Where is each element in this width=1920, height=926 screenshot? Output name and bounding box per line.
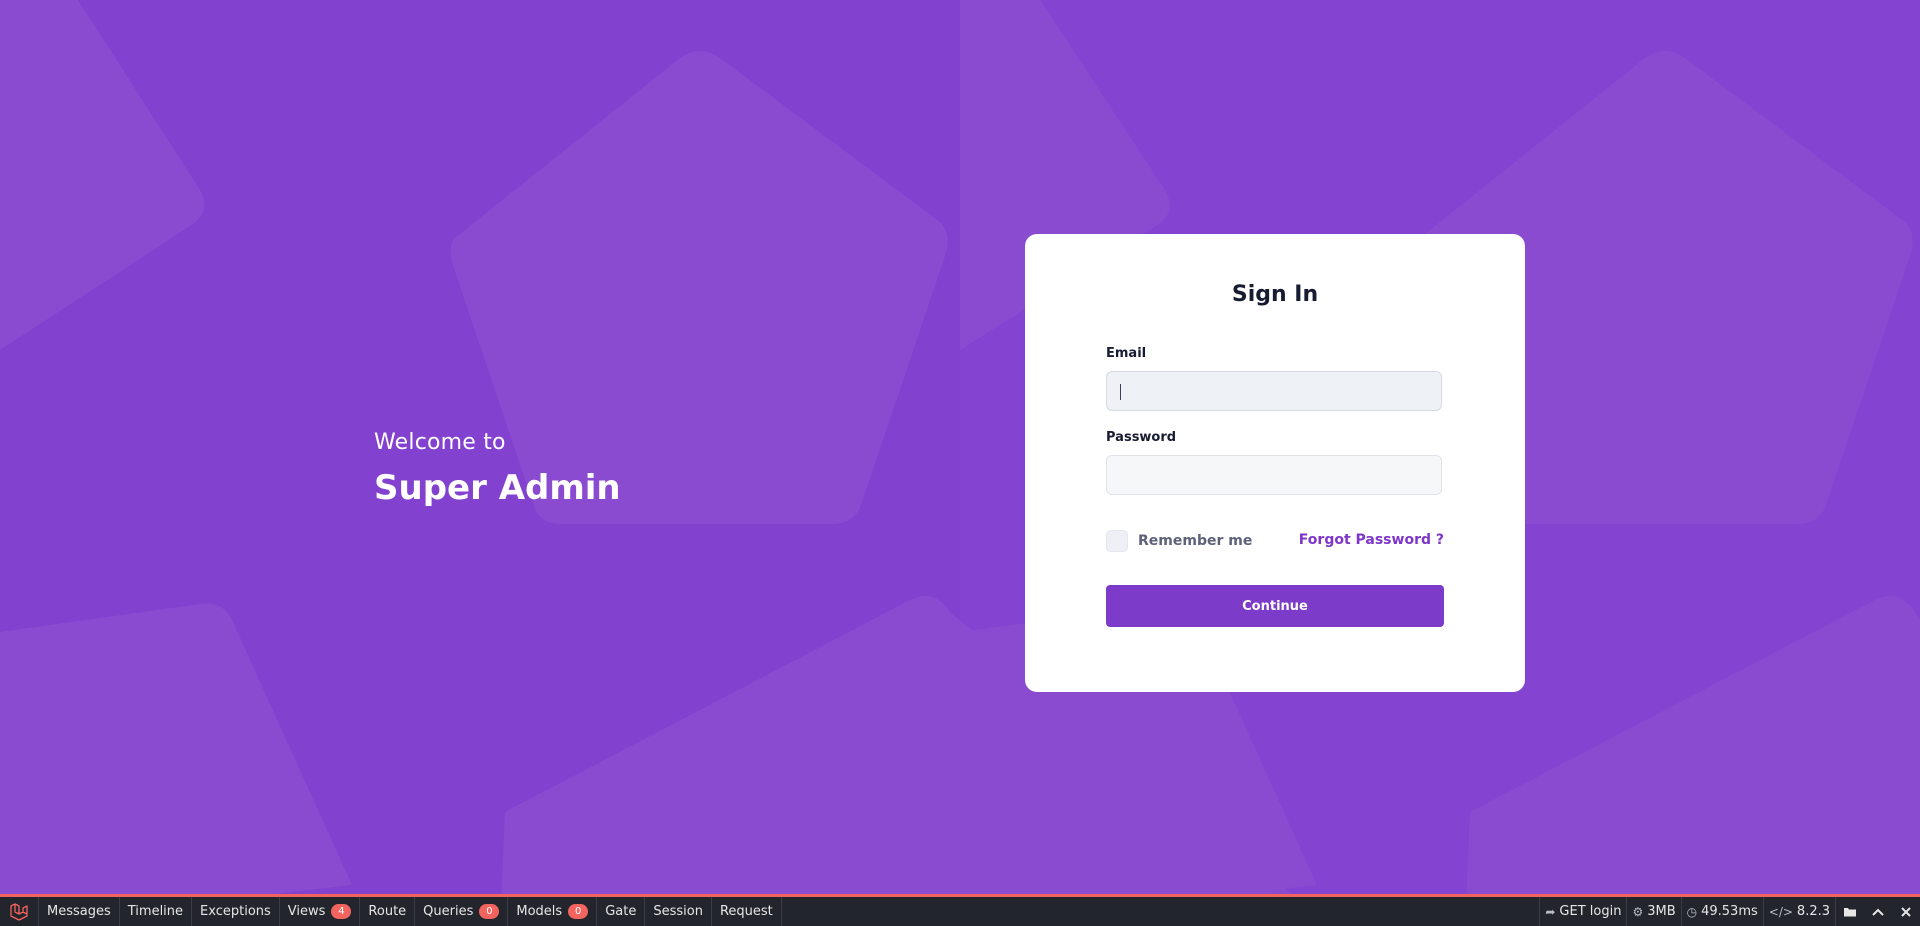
clock-icon: ◷ — [1686, 904, 1698, 919]
debug-tab-route[interactable]: Route — [360, 897, 416, 926]
debug-tab-timeline[interactable]: Timeline — [120, 897, 193, 926]
remember-me-checkbox[interactable]: Remember me — [1106, 530, 1252, 552]
forgot-password-link[interactable]: Forgot Password ? — [1299, 532, 1444, 548]
request-label: GET login — [1559, 904, 1622, 919]
debug-tab-label: Gate — [605, 904, 637, 919]
debug-tab-label: Timeline — [127, 904, 184, 919]
debug-tab-models[interactable]: Models 0 — [508, 897, 598, 926]
php-version-value: 8.2.3 — [1796, 904, 1830, 919]
debug-tab-badge: 4 — [331, 904, 352, 919]
continue-button[interactable]: Continue — [1106, 585, 1444, 627]
debug-tab-queries[interactable]: Queries 0 — [415, 897, 509, 926]
signin-card: Sign In Email Password Remember me Forgo… — [1025, 234, 1525, 692]
debug-tab-label: Messages — [47, 904, 111, 919]
email-field[interactable] — [1106, 371, 1442, 411]
time-value: 49.53ms — [1701, 904, 1758, 919]
welcome-title: Super Admin — [374, 468, 621, 508]
debug-tab-label: Exceptions — [200, 904, 271, 919]
debug-tab-badge: 0 — [568, 904, 589, 919]
laravel-logo-icon[interactable] — [0, 897, 39, 926]
debug-bar: Messages Timeline Exceptions Views 4 Route Que… — [0, 894, 1920, 926]
debug-tab-label: Request — [719, 904, 773, 919]
debug-tab-exceptions[interactable]: Exceptions — [192, 897, 280, 926]
welcome-subtitle: Welcome to — [374, 430, 506, 455]
debug-tab-label: Models — [516, 904, 563, 919]
debug-tab-request[interactable]: Request — [712, 897, 782, 926]
memory-value: 3MB — [1647, 904, 1676, 919]
php-version-info: </> 8.2.3 — [1762, 897, 1835, 926]
debug-tab-views[interactable]: Views 4 — [280, 897, 361, 926]
debug-tab-gate[interactable]: Gate — [597, 897, 646, 926]
welcome-block: Welcome to Super Admin — [374, 428, 621, 508]
password-label: Password — [1106, 430, 1177, 445]
debug-tab-badge: 0 — [479, 904, 500, 919]
debug-tab-label: Views — [287, 904, 326, 919]
debug-tab-label: Session — [653, 904, 703, 919]
debug-tab-label: Queries — [423, 904, 474, 919]
cogs-icon: ⚙ — [1632, 904, 1644, 919]
memory-info: ⚙ 3MB — [1626, 897, 1680, 926]
request-info[interactable]: ➦ GET login — [1539, 897, 1626, 926]
login-page: Welcome to Super Admin Sign In Email Pas… — [0, 0, 1920, 926]
share-arrow-icon: ➦ — [1545, 904, 1556, 919]
debug-tab-messages[interactable]: Messages — [39, 897, 120, 926]
remember-me-label: Remember me — [1138, 533, 1253, 549]
debug-tabs: Messages Timeline Exceptions Views 4 Route Que… — [39, 897, 782, 926]
password-field[interactable] — [1106, 455, 1442, 495]
text-caret — [1120, 384, 1121, 400]
open-folder-icon[interactable] — [1835, 897, 1864, 926]
debug-tab-session[interactable]: Session — [645, 897, 712, 926]
close-icon[interactable] — [1892, 897, 1920, 926]
signin-title: Sign In — [1231, 282, 1319, 307]
debug-tab-label: Route — [368, 904, 407, 919]
email-label: Email — [1106, 346, 1147, 361]
time-info[interactable]: ◷ 49.53ms — [1680, 897, 1763, 926]
code-icon: </> — [1768, 904, 1793, 919]
chevron-up-icon[interactable] — [1864, 897, 1892, 926]
checkbox-box[interactable] — [1106, 530, 1128, 552]
background-pattern — [0, 0, 1920, 926]
